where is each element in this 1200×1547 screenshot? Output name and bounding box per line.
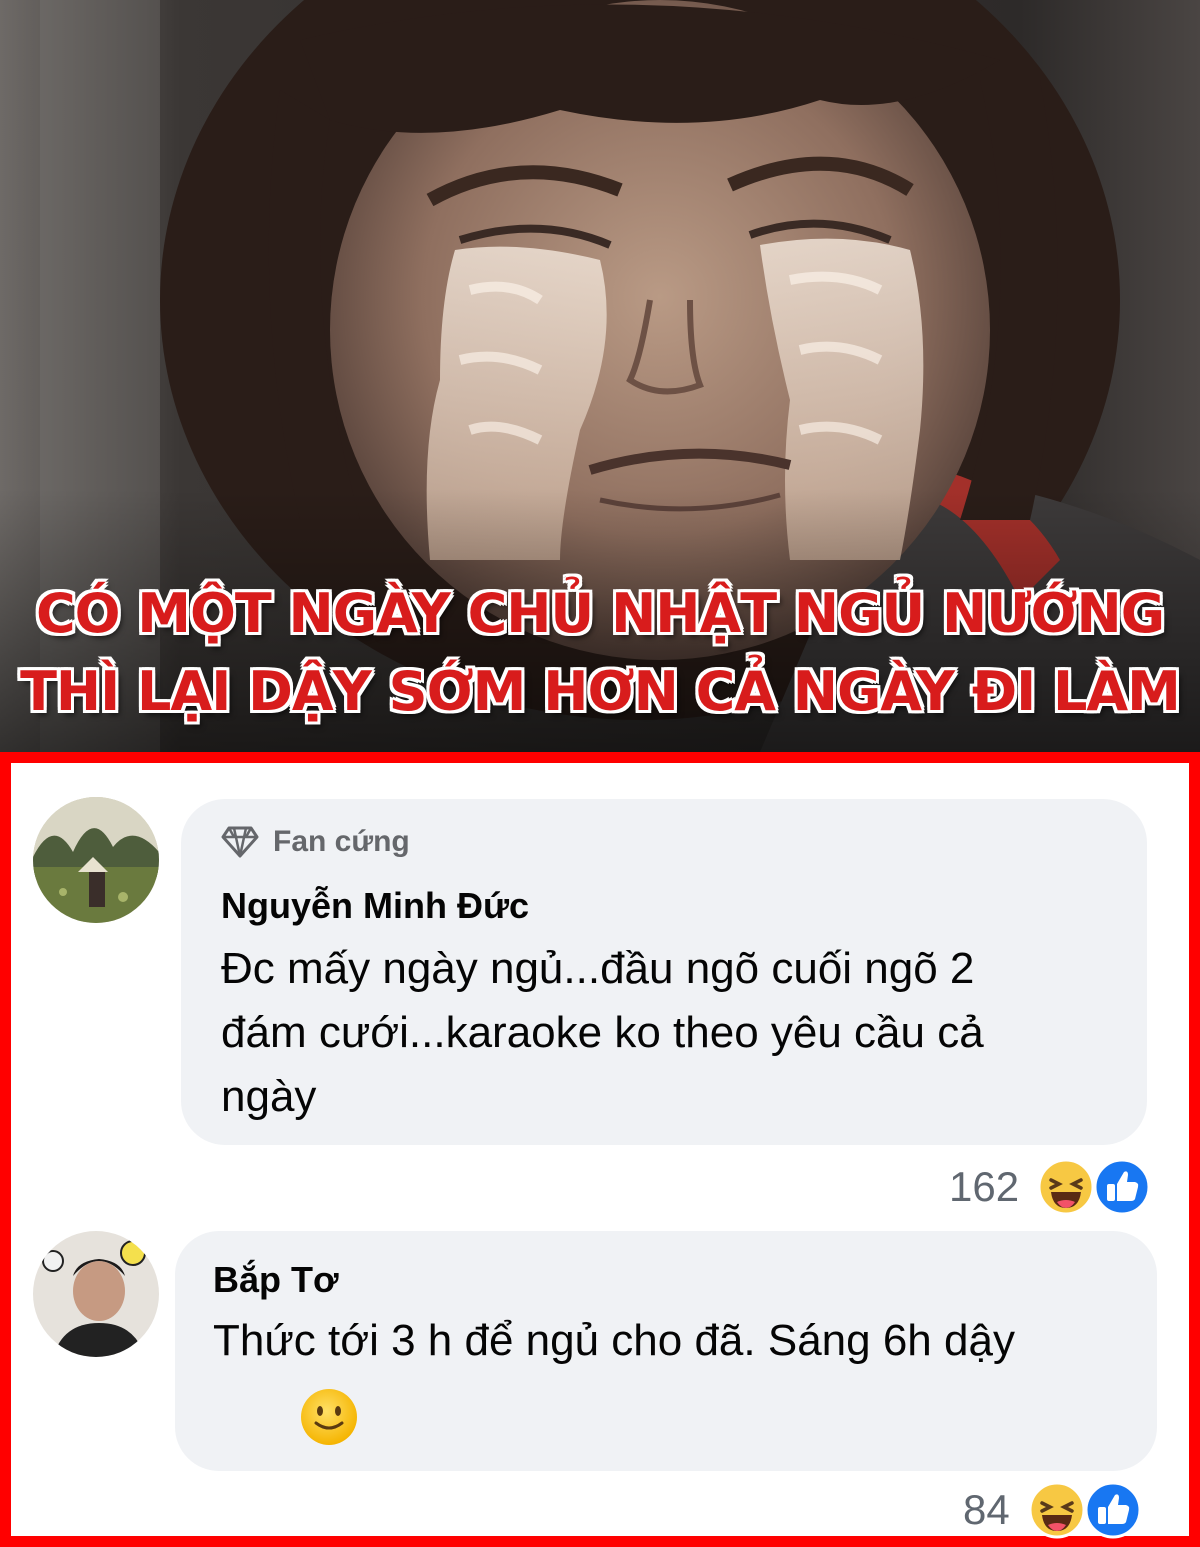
haha-icon xyxy=(1028,1481,1086,1539)
crying-man-photo: CÓ MỘT NGÀY CHỦ NHẬT NGỦ NƯỚNG THÌ LẠI D… xyxy=(0,0,1200,752)
caption-line-2: THÌ LẠI DẬY SỚM HƠN CẢ NGÀY ĐI LÀM xyxy=(20,660,1181,723)
caption-line-1: CÓ MỘT NGÀY CHỦ NHẬT NGỦ NƯỚNG xyxy=(35,582,1165,645)
comment-text: Thức tới 3 h để ngủ cho đã. Sáng 6h dậy xyxy=(213,1309,1015,1373)
comment-text-line: Thức tới 3 h để ngủ cho đã. Sáng 6h dậy xyxy=(213,1316,1015,1365)
reaction-count: 84 xyxy=(963,1486,1010,1533)
comments-screenshot: Fan cứng Nguyễn Minh Đức Đc mấy ngày ngủ… xyxy=(0,752,1200,1547)
like-icon xyxy=(1093,1158,1151,1216)
avatar-person-image xyxy=(33,1231,159,1357)
top-fan-badge: Fan cứng xyxy=(221,825,410,859)
avatar[interactable] xyxy=(33,797,159,923)
haha-icon xyxy=(1037,1158,1095,1216)
badge-label: Fan cứng xyxy=(273,825,410,858)
comment-bubble: Fan cứng Nguyễn Minh Đức Đc mấy ngày ngủ… xyxy=(181,799,1147,1145)
comment-text-line: đám cưới...karaoke ko theo yêu cầu cả xyxy=(221,1008,984,1057)
diamond-icon xyxy=(221,826,259,858)
reaction-count: 162 xyxy=(949,1163,1020,1210)
avatar[interactable] xyxy=(33,1231,159,1357)
comment-text: Đc mấy ngày ngủ...đầu ngõ cuối ngõ 2 đám… xyxy=(221,937,984,1129)
meme-post: CÓ MỘT NGÀY CHỦ NHẬT NGỦ NƯỚNG THÌ LẠI D… xyxy=(0,0,1200,1547)
comment-author[interactable]: Nguyễn Minh Đức xyxy=(221,885,529,927)
comment-text-line: Đc mấy ngày ngủ...đầu ngõ cuối ngõ 2 xyxy=(221,944,975,993)
reaction-summary[interactable]: 162 xyxy=(949,1158,1153,1216)
avatar-landscape-image xyxy=(33,797,159,923)
reaction-summary[interactable]: 84 xyxy=(963,1481,1144,1539)
slightly-smiling-face-icon xyxy=(301,1389,357,1445)
comment-text-line: ngày xyxy=(221,1072,317,1121)
like-icon xyxy=(1084,1481,1142,1539)
comment-author[interactable]: Bắp Tơ xyxy=(213,1259,339,1301)
comment-bubble: Bắp Tơ Thức tới 3 h để ngủ cho đã. Sáng … xyxy=(175,1231,1157,1471)
